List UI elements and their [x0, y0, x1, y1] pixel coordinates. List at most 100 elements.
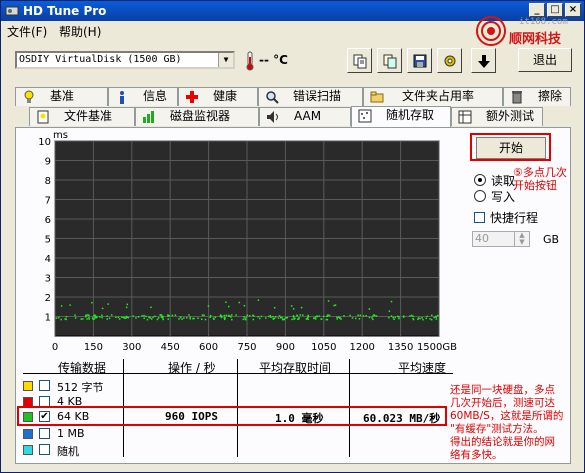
data-point	[372, 318, 374, 321]
data-point	[433, 316, 435, 319]
read-radio[interactable]: 读取	[474, 172, 515, 188]
data-point	[179, 316, 182, 318]
data-point	[336, 318, 338, 320]
data-point	[101, 316, 103, 319]
x-tick-label: 900	[276, 342, 295, 353]
data-point	[145, 315, 147, 318]
write-radio[interactable]: 写入	[474, 188, 515, 204]
data-point	[246, 314, 249, 317]
drive-dropdown[interactable]: OSDIY VirtualDisk (1500 GB) ▼	[15, 51, 235, 69]
data-point	[272, 315, 274, 318]
data-point	[388, 316, 390, 319]
data-point	[150, 318, 153, 320]
data-point	[101, 314, 103, 317]
data-point	[273, 307, 276, 309]
data-point	[117, 316, 120, 319]
quick-stroke-label: 快捷行程	[490, 211, 539, 225]
data-point	[201, 314, 204, 316]
data-point	[274, 316, 277, 318]
legend-swatch-cyan	[23, 445, 33, 455]
data-point	[248, 315, 251, 317]
data-point	[88, 318, 90, 320]
exit-button[interactable]: 退出	[518, 48, 572, 72]
tab-health[interactable]: 健康	[178, 87, 258, 106]
gb-spinner[interactable]: 40 ▲ ▼	[472, 231, 530, 247]
data-point	[373, 314, 375, 316]
spinner-arrows-icon[interactable]: ▲ ▼	[514, 232, 529, 246]
start-button[interactable]: 开始	[476, 137, 546, 159]
result-checkbox[interactable]	[39, 380, 50, 391]
x-tick-label: 0	[52, 342, 58, 353]
tab-extra-tests[interactable]: 额外测试	[451, 107, 543, 126]
x-tick-label: 1350	[388, 342, 413, 353]
result-row-1mb: 1 MB	[23, 427, 453, 441]
tab-benchmark-label: 基准	[50, 89, 75, 103]
data-point	[125, 306, 128, 309]
copy-text-button[interactable]	[347, 48, 372, 73]
data-point	[397, 315, 399, 318]
data-point	[160, 316, 163, 319]
data-point	[339, 316, 341, 319]
legend-swatch-blue	[23, 429, 33, 439]
data-point	[219, 314, 222, 316]
data-point	[337, 316, 340, 319]
move-down-button[interactable]	[471, 48, 496, 73]
tab-benchmark[interactable]: 基准	[15, 87, 108, 106]
gb-unit-label: GB	[543, 233, 560, 246]
y-tick-label: 8	[45, 176, 51, 187]
write-radio-dot[interactable]	[474, 190, 486, 202]
file-lightbulb-icon	[37, 110, 49, 124]
copy-screen-button[interactable]	[377, 48, 402, 73]
tab-info[interactable]: 信息	[108, 87, 178, 106]
data-point	[171, 314, 174, 317]
tab-random-access[interactable]: 随机存取	[351, 106, 451, 127]
y-tick-label: 3	[45, 274, 51, 285]
data-point	[186, 317, 188, 319]
result-checkbox[interactable]	[39, 444, 50, 455]
data-point	[398, 316, 400, 318]
data-point	[65, 315, 68, 318]
result-checkbox[interactable]	[39, 428, 50, 439]
data-point	[398, 317, 400, 320]
data-point	[231, 314, 233, 316]
data-point	[86, 318, 88, 320]
tab-folder-usage[interactable]: 文件夹占用率	[363, 87, 503, 106]
data-point	[286, 316, 289, 319]
data-point	[87, 314, 89, 316]
tab-error-scan[interactable]: 错误扫描	[258, 87, 363, 106]
data-point	[281, 318, 284, 321]
row-label: 随机	[57, 445, 79, 458]
data-point	[91, 301, 93, 304]
data-point	[417, 318, 419, 321]
data-point	[188, 314, 190, 316]
save-button[interactable]	[407, 48, 432, 73]
data-point	[328, 314, 331, 317]
data-point	[106, 318, 109, 320]
data-point	[243, 304, 246, 307]
data-point	[238, 301, 241, 304]
data-point	[108, 317, 111, 319]
x-tick-label: 600	[199, 342, 218, 353]
copy-screen-icon	[383, 54, 396, 68]
quick-stroke-check[interactable]	[474, 212, 485, 223]
data-point	[306, 316, 309, 318]
tab-disk-monitor[interactable]: 磁盘监视器	[135, 107, 259, 126]
tab-erase[interactable]: 擦除	[503, 87, 571, 106]
data-point	[243, 316, 245, 318]
tab-aam[interactable]: AAM	[259, 107, 351, 126]
gb-spinner-value: 40	[475, 232, 489, 245]
data-point	[160, 314, 162, 316]
menu-file[interactable]: 文件(F)	[7, 23, 47, 40]
tab-file-benchmark[interactable]: 文件基准	[29, 107, 135, 126]
y-tick-label: 1	[45, 313, 51, 324]
menu-help[interactable]: 帮助(H)	[59, 23, 101, 40]
data-point	[426, 315, 428, 318]
read-radio-dot[interactable]	[474, 174, 486, 186]
chevron-down-icon[interactable]: ▼	[218, 53, 233, 67]
options-button[interactable]	[437, 48, 462, 73]
tab-extra-tests-label: 额外测试	[486, 109, 535, 123]
data-point	[375, 315, 378, 317]
options-icon	[444, 55, 455, 66]
data-point	[227, 314, 230, 317]
quick-stroke-checkbox[interactable]: 快捷行程	[474, 209, 539, 225]
